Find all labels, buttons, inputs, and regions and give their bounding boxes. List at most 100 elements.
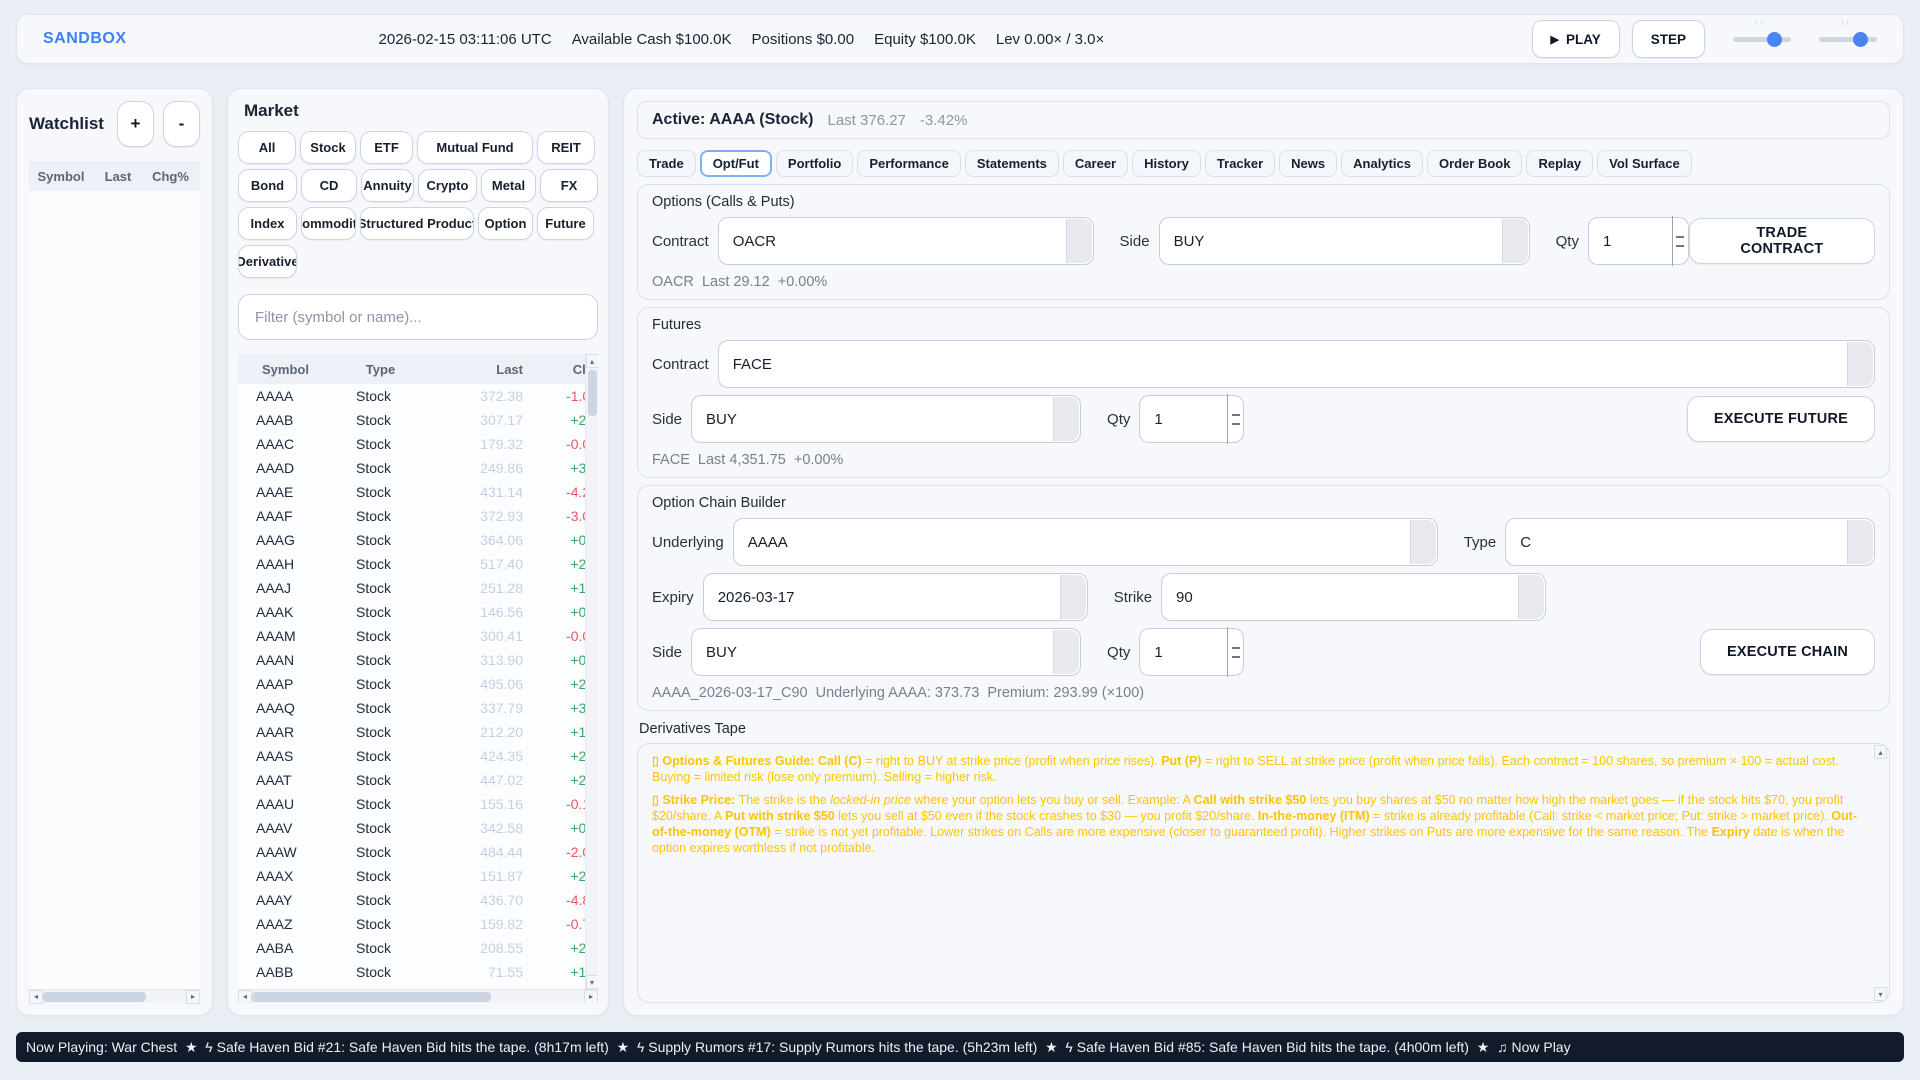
market-filter-future[interactable]: Future	[537, 207, 594, 240]
tab-vol-surface[interactable]: Vol Surface	[1597, 150, 1692, 177]
table-row[interactable]: AAAZStock159.82-0.78	[238, 912, 598, 936]
table-row[interactable]: AAASStock424.35+2.8	[238, 744, 598, 768]
tab-tracker[interactable]: Tracker	[1205, 150, 1275, 177]
scroll-right-icon[interactable]: ▸	[186, 990, 200, 1004]
table-row[interactable]: AAAGStock364.06+0.8	[238, 528, 598, 552]
speed-slider[interactable]	[1733, 37, 1791, 42]
tab-statements[interactable]: Statements	[965, 150, 1059, 177]
options-contract-select[interactable]: OACR	[718, 217, 1094, 265]
execute-chain-button[interactable]: EXECUTE CHAIN	[1700, 629, 1875, 675]
options-qty-field[interactable]	[1589, 233, 1659, 250]
market-filter-fx[interactable]: FX	[540, 169, 598, 202]
watchlist-remove-button[interactable]: -	[163, 101, 200, 147]
execute-future-button[interactable]: EXECUTE FUTURE	[1687, 396, 1875, 442]
scroll-down-icon[interactable]: ▾	[1874, 987, 1887, 1001]
futures-qty-input[interactable]	[1139, 395, 1244, 443]
tab-order-book[interactable]: Order Book	[1427, 150, 1523, 177]
market-filter-input[interactable]	[238, 294, 598, 340]
table-row[interactable]: AAAQStock337.79+3.0	[238, 696, 598, 720]
watchlist-add-button[interactable]: +	[117, 101, 154, 147]
table-row[interactable]: AAAHStock517.40+2.8	[238, 552, 598, 576]
futures-qty-field[interactable]	[1140, 411, 1210, 428]
tab-trade[interactable]: Trade	[637, 150, 696, 177]
market-filter-etf[interactable]: ETF	[360, 131, 413, 164]
tab-career[interactable]: Career	[1063, 150, 1128, 177]
table-row[interactable]: AABAStock208.55+2.2	[238, 936, 598, 960]
tab-news[interactable]: News	[1279, 150, 1337, 177]
chain-expiry-select[interactable]: 2026-03-17	[703, 573, 1088, 621]
futures-contract-select[interactable]: FACE	[718, 340, 1875, 388]
tab-history[interactable]: History	[1132, 150, 1201, 177]
market-filter-bond[interactable]: Bond	[238, 169, 297, 202]
market-filter-crypto[interactable]: Crypto	[418, 169, 477, 202]
market-hscrollbar[interactable]: ◂ ▸	[238, 989, 598, 1003]
market-filter-option[interactable]: Option	[478, 207, 533, 240]
scroll-left-icon[interactable]: ◂	[238, 990, 252, 1004]
market-filter-annuity[interactable]: Annuity	[361, 169, 414, 202]
market-filter-reit[interactable]: REIT	[537, 131, 595, 164]
market-filter-index[interactable]: Index	[238, 207, 297, 240]
table-row[interactable]: AAAVStock342.58+0.8	[238, 816, 598, 840]
table-row[interactable]: AAAUStock155.16-0.19	[238, 792, 598, 816]
scroll-up-icon[interactable]: ▴	[586, 354, 599, 368]
table-row[interactable]: AAARStock212.20+1.7	[238, 720, 598, 744]
market-filter-all[interactable]: All	[238, 131, 296, 164]
market-filter-cd[interactable]: CD	[301, 169, 357, 202]
tab-replay[interactable]: Replay	[1526, 150, 1593, 177]
watchlist-hscrollbar[interactable]: ◂ ▸	[29, 989, 200, 1003]
table-row[interactable]: AAAWStock484.44-2.03	[238, 840, 598, 864]
market-filter-metal[interactable]: Metal	[481, 169, 536, 202]
scroll-down-icon[interactable]: ▾	[586, 975, 599, 989]
futures-qty-stepper[interactable]	[1227, 394, 1243, 444]
watchlist-hscroll-thumb[interactable]	[43, 992, 146, 1002]
step-button[interactable]: STEP	[1632, 20, 1705, 58]
table-row[interactable]: AAAFStock372.93-3.07	[238, 504, 598, 528]
scroll-left-icon[interactable]: ◂	[29, 990, 43, 1004]
market-filter-stock[interactable]: Stock	[300, 131, 356, 164]
tab-analytics[interactable]: Analytics	[1341, 150, 1423, 177]
table-row[interactable]: AAAYStock436.70-4.83	[238, 888, 598, 912]
options-qty-stepper[interactable]	[1672, 216, 1688, 266]
chain-strike-select[interactable]: 90	[1161, 573, 1546, 621]
tab-performance[interactable]: Performance	[857, 150, 960, 177]
table-row[interactable]: AAABStock307.17+2.2	[238, 408, 598, 432]
table-row[interactable]: AAACStock179.32-0.03	[238, 432, 598, 456]
table-row[interactable]: AAANStock313.90+0.8	[238, 648, 598, 672]
volume-slider[interactable]	[1819, 37, 1877, 42]
market-filter-structured-product[interactable]: Structured Product	[360, 207, 474, 240]
market-hscroll-thumb[interactable]	[252, 992, 491, 1002]
market-vscrollbar[interactable]: ▴ ▾	[585, 354, 598, 989]
table-row[interactable]: AAAEStock431.14-4.23	[238, 480, 598, 504]
chain-qty-input[interactable]	[1139, 628, 1244, 676]
futures-side-select[interactable]: BUY	[691, 395, 1081, 443]
tab-opt-fut[interactable]: Opt/Fut	[700, 150, 772, 177]
chain-qty-stepper[interactable]	[1227, 627, 1243, 677]
market-filter-commodity[interactable]: Commodity	[301, 207, 356, 240]
table-row[interactable]: AAAAStock372.38-1.03	[238, 384, 598, 408]
table-row[interactable]: AAAJStock251.28+1.3	[238, 576, 598, 600]
scroll-up-icon[interactable]: ▴	[1874, 745, 1887, 759]
tab-portfolio[interactable]: Portfolio	[776, 150, 853, 177]
market-filter-derivative[interactable]: Derivative	[238, 245, 297, 278]
tape-vscrollbar[interactable]: ▴ ▾	[1873, 745, 1888, 1001]
table-row[interactable]: AAATStock447.02+2.0	[238, 768, 598, 792]
table-row[interactable]: AAADStock249.86+3.3	[238, 456, 598, 480]
chain-side-select[interactable]: BUY	[691, 628, 1081, 676]
table-row[interactable]: AAAKStock146.56+0.0	[238, 600, 598, 624]
speed-slider-thumb[interactable]	[1767, 32, 1782, 47]
scroll-right-icon[interactable]: ▸	[584, 990, 598, 1004]
market-filter-mutual-fund[interactable]: Mutual Fund	[417, 131, 533, 164]
trade-contract-button[interactable]: TRADE CONTRACT	[1689, 218, 1875, 264]
table-row[interactable]: AAAXStock151.87+2.3	[238, 864, 598, 888]
table-row[interactable]: AAAPStock495.06+2.6	[238, 672, 598, 696]
chain-qty-field[interactable]	[1140, 644, 1210, 661]
options-qty-input[interactable]	[1588, 217, 1689, 265]
table-row[interactable]: AAAMStock300.41-0.07	[238, 624, 598, 648]
play-button[interactable]: ▶ PLAY	[1532, 20, 1620, 58]
chain-type-select[interactable]: C	[1505, 518, 1875, 566]
volume-slider-thumb[interactable]	[1853, 32, 1868, 47]
market-vscroll-thumb[interactable]	[588, 370, 597, 416]
table-row[interactable]: AABBStock71.55+1.1	[238, 960, 598, 984]
chain-underlying-select[interactable]: AAAA	[733, 518, 1438, 566]
options-side-select[interactable]: BUY	[1159, 217, 1530, 265]
